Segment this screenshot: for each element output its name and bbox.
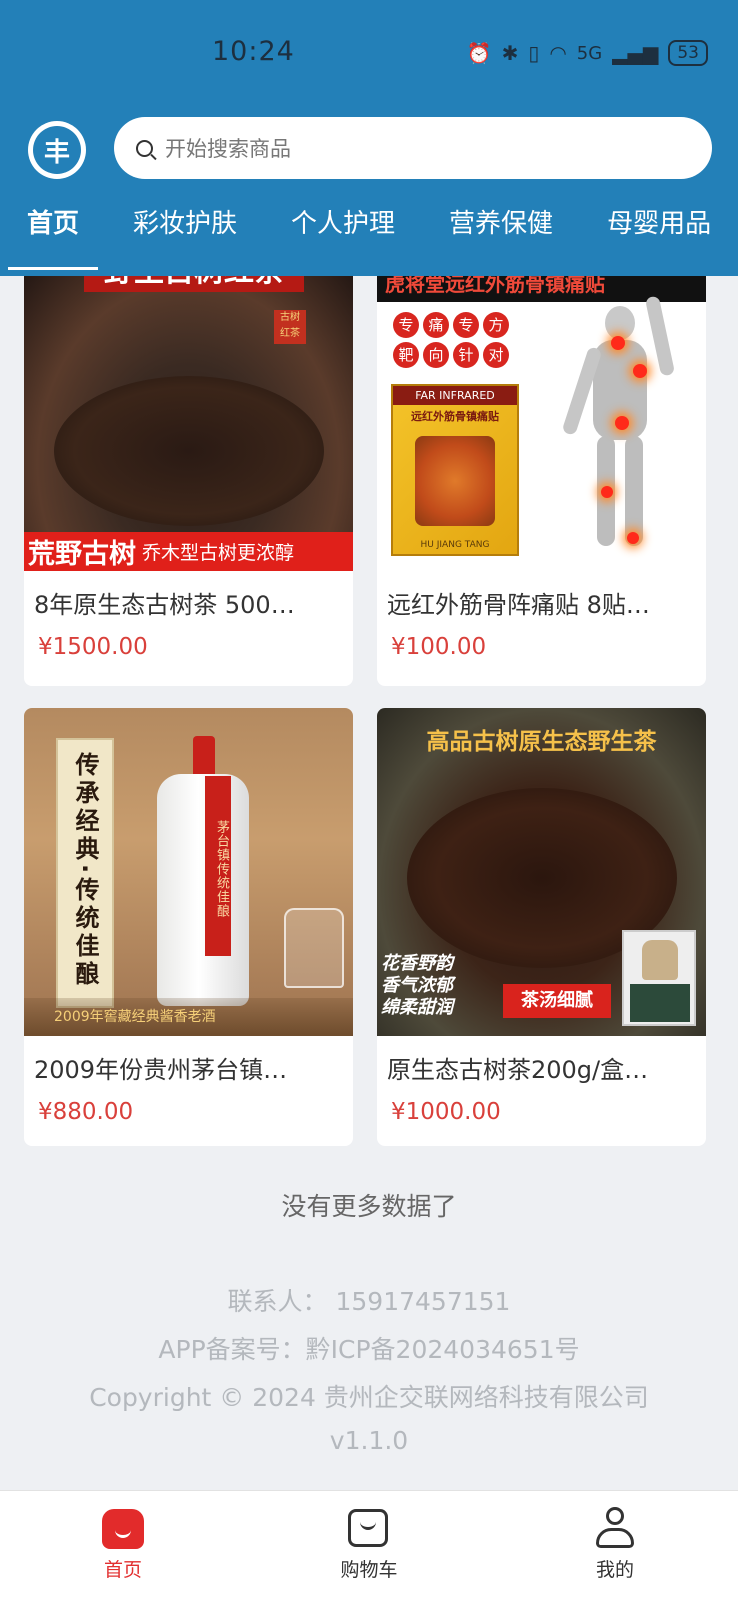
- product-price: ¥880.00: [38, 1099, 134, 1125]
- image-banner: 荒野古树 乔木型古树更浓醇: [24, 532, 353, 571]
- footer-icp: APP备案号：黔ICP备2024034651号: [158, 1335, 580, 1364]
- feature-tags: 专 痛 专 方 靶 向 针 对: [393, 312, 517, 368]
- product-card[interactable]: 传承经典·传统佳酿 茅台镇传统佳酿 2009年窖藏经典酱香老酒 2009年份贵州…: [24, 708, 353, 1146]
- image-footer-text: 2009年窖藏经典酱香老酒: [24, 998, 353, 1036]
- box-subtitle: 远红外筋骨镇痛贴: [411, 410, 499, 423]
- box-brand: HU JIANG TANG: [420, 540, 490, 550]
- search-bar[interactable]: 开始搜索商品: [114, 117, 712, 179]
- tab-makeup-skincare[interactable]: 彩妆护肤: [106, 196, 264, 252]
- feature-tag: 针: [453, 342, 479, 368]
- poem-line: 香气浓郁: [381, 975, 453, 996]
- feature-tag: 靶: [393, 342, 419, 368]
- product-name: 8年原生态古树茶 500…: [34, 591, 295, 619]
- product-image: 野生古树红茶 古树 红茶 荒野古树 乔木型古树更浓醇: [24, 266, 353, 571]
- bluetooth-icon: ✱: [501, 41, 519, 65]
- product-price: ¥1500.00: [38, 634, 148, 660]
- product-price: ¥1000.00: [391, 1099, 501, 1125]
- poem-line: 花香野韵: [381, 953, 453, 974]
- alarm-icon: ⏰: [466, 41, 492, 65]
- feature-tag: 向: [423, 342, 449, 368]
- glass-cup: [284, 908, 344, 988]
- bottle-ribbon-text: 茅台镇传统佳酿: [205, 776, 231, 956]
- tea-leaves-pile: [54, 376, 324, 526]
- search-placeholder: 开始搜索商品: [165, 137, 291, 161]
- product-card[interactable]: 虎将堂远红外筋骨镇痛贴 专 痛 专 方 靶 向 针 对 FAR INFRARED…: [377, 266, 706, 686]
- poem-line: 绵柔甜润: [381, 997, 453, 1018]
- product-price: ¥100.00: [391, 634, 487, 660]
- wifi-icon: ◠: [549, 41, 567, 65]
- quality-badge: 茶汤细腻: [503, 984, 611, 1018]
- app-logo[interactable]: 丰: [28, 121, 86, 179]
- nav-home[interactable]: 首页: [0, 1491, 246, 1600]
- product-image: 传承经典·传统佳酿 茅台镇传统佳酿 2009年窖藏经典酱香老酒: [24, 708, 353, 1036]
- tiger-illustration: [415, 436, 495, 526]
- brand-seal: 古树 红茶: [274, 310, 306, 344]
- product-image: 高品古树原生态野生茶 花香野韵 香气浓郁 绵柔甜润 茶汤细腻: [377, 708, 706, 1036]
- status-time: 10:24: [212, 36, 295, 67]
- nav-home-label: 首页: [103, 1559, 142, 1581]
- calligraphy-scroll: 传承经典·传统佳酿: [56, 738, 114, 1008]
- tab-nutrition-health[interactable]: 营养保健: [422, 196, 580, 252]
- product-name: 原生态古树茶200g/盒…: [387, 1056, 649, 1084]
- no-more-data-text: 没有更多数据了: [281, 1192, 457, 1221]
- battery-indicator: 53: [668, 40, 708, 66]
- body-figure: [545, 295, 695, 566]
- bottom-nav: 首页 购物车 我的: [0, 1490, 738, 1600]
- scroll-text: 传承经典·传统佳酿: [71, 752, 99, 990]
- product-card[interactable]: 高品古树原生态野生茶 花香野韵 香气浓郁 绵柔甜润 茶汤细腻 原生态古树茶200…: [377, 708, 706, 1146]
- product-grid: 野生古树红茶 古树 红茶 荒野古树 乔木型古树更浓醇 8年原生态古树茶 500……: [24, 266, 714, 1170]
- tab-home[interactable]: 首页: [0, 196, 106, 270]
- status-icons: ⏰ ✱ ▯ ◠ 5G ▂▄▆ 53: [467, 40, 708, 66]
- user-icon: [594, 1507, 636, 1549]
- box-title: FAR INFRARED: [393, 386, 517, 405]
- product-card[interactable]: 野生古树红茶 古树 红茶 荒野古树 乔木型古树更浓醇 8年原生态古树茶 500……: [24, 266, 353, 686]
- product-name: 2009年份贵州茅台镇…: [34, 1056, 288, 1084]
- signal-icon: ▂▄▆: [612, 41, 659, 65]
- product-box: FAR INFRARED 远红外筋骨镇痛贴 HU JIANG TANG: [391, 384, 519, 556]
- tab-mother-baby[interactable]: 母婴用品: [580, 196, 738, 252]
- feature-tag: 方: [483, 312, 509, 338]
- product-image: 虎将堂远红外筋骨镇痛贴 专 痛 专 方 靶 向 针 对 FAR INFRARED…: [377, 266, 706, 571]
- logo-glyph: 丰: [33, 126, 81, 174]
- nav-cart[interactable]: 购物车: [246, 1491, 492, 1600]
- app-header: 10:24 ⏰ ✱ ▯ ◠ 5G ▂▄▆ 53 丰 开始搜索商品 首页 彩妆护肤…: [0, 0, 738, 276]
- search-icon: [136, 139, 153, 157]
- banner-sub-text: 乔木型古树更浓醇: [142, 542, 295, 564]
- nav-profile-label: 我的: [595, 1559, 634, 1581]
- feature-tag: 专: [393, 312, 419, 338]
- feature-tag: 专: [453, 312, 479, 338]
- home-icon: [102, 1507, 144, 1549]
- status-bar: 10:24 ⏰ ✱ ▯ ◠ 5G ▂▄▆ 53: [0, 0, 738, 108]
- feature-tag: 痛: [423, 312, 449, 338]
- footer-version: v1.1.0: [329, 1426, 409, 1455]
- vibrate-icon: ▯: [528, 41, 540, 65]
- footer-contact: 联系人： 15917457151: [227, 1287, 511, 1316]
- image-title: 高品古树原生态野生茶: [426, 729, 657, 755]
- cart-icon: [348, 1507, 390, 1549]
- nav-profile[interactable]: 我的: [492, 1491, 738, 1600]
- product-name: 远红外筋骨阵痛贴 8贴…: [387, 591, 650, 619]
- banner-main-text: 荒野古树: [28, 539, 136, 570]
- network-label: 5G: [576, 42, 603, 64]
- liquor-bottle: 茅台镇传统佳酿: [157, 736, 249, 1006]
- footer-copyright: Copyright © 2024 贵州企交联网络科技有限公司: [89, 1383, 649, 1412]
- feature-tag: 对: [483, 342, 509, 368]
- tab-personal-care[interactable]: 个人护理: [264, 196, 422, 252]
- package-thumbnail: [622, 930, 696, 1026]
- nav-cart-label: 购物车: [340, 1559, 398, 1581]
- category-tabs: 首页 彩妆护肤 个人护理 营养保健 母婴用品: [0, 196, 738, 276]
- poem-text: 花香野韵 香气浓郁 绵柔甜润: [381, 953, 501, 1019]
